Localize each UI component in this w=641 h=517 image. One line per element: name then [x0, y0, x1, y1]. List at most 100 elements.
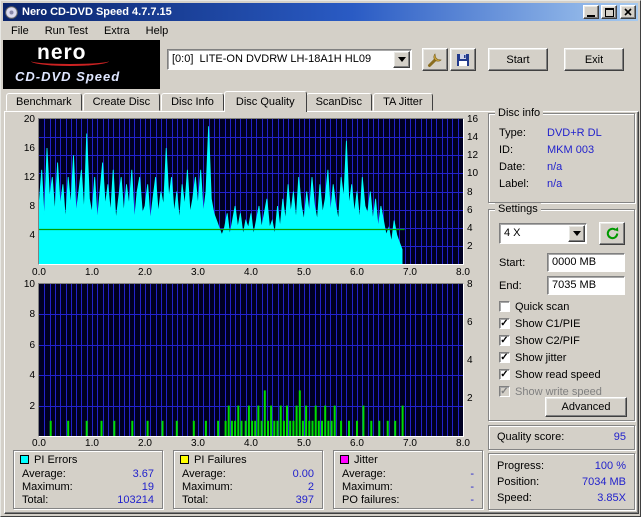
settings-group: Settings 4 X Start: 0000 MB End: 7035 MB… [488, 203, 635, 421]
speed-select[interactable]: 4 X [499, 223, 587, 244]
tab-scandisc[interactable]: ScanDisc [305, 93, 373, 111]
menu-bar: File Run Test Extra Help [3, 22, 638, 40]
end-position-label: End: [499, 280, 522, 292]
axis-tick: 5.0 [297, 438, 311, 449]
axis-tick: 8 [467, 279, 473, 290]
speed-select-arrow-button[interactable] [568, 225, 585, 242]
pi-errors-chart [38, 118, 464, 265]
checkbox-box: ✓ [499, 335, 510, 346]
close-button[interactable] [620, 5, 636, 19]
pi-errors-title: PI Errors [34, 454, 78, 466]
position-value: 7034 MB [581, 476, 626, 488]
checkbox-quick-scan[interactable]: Quick scan [499, 300, 569, 313]
check-icon: ✓ [500, 368, 509, 380]
disc-type-value: DVD+R DL [547, 127, 602, 139]
axis-tick: 4.0 [244, 438, 258, 449]
average-label: Average: [22, 468, 66, 480]
close-icon [624, 8, 632, 16]
options-button[interactable] [422, 48, 448, 71]
axis-tick: 1.0 [85, 267, 99, 278]
disc-type-label: Type: [499, 127, 526, 139]
axis-tick: 7.0 [403, 438, 417, 449]
average-label: Average: [342, 468, 386, 480]
tab-disc-quality[interactable]: Disc Quality [223, 91, 307, 112]
exit-button[interactable]: Exit [564, 48, 624, 71]
disc-date-value: n/a [547, 161, 563, 173]
tab-bar: Benchmark Create Disc Disc Info Disc Qua… [6, 90, 434, 112]
total-label: Total: [182, 494, 209, 506]
checkbox-show-read-speed[interactable]: ✓ Show read speed [499, 368, 601, 381]
checkbox-show-c1-pie[interactable]: ✓ Show C1/PIE [499, 317, 580, 330]
tab-ta-jitter[interactable]: TA Jitter [373, 93, 433, 111]
start-button[interactable]: Start [488, 48, 548, 71]
axis-tick: 0.0 [32, 438, 46, 449]
disc-info-group: Disc info Type: DVD+R DL ID: MKM 003 Dat… [488, 107, 635, 203]
maximum-value: 2 [307, 481, 314, 493]
quality-score-box: Quality score: 95 [488, 425, 635, 450]
tab-disc-info[interactable]: Disc Info [161, 93, 224, 111]
end-position-field[interactable]: 7035 MB [547, 276, 625, 295]
axis-tick: 12 [467, 150, 479, 161]
pi-failures-chart [38, 283, 464, 437]
axis-tick: 16 [467, 114, 479, 125]
axis-tick: 3.0 [191, 438, 205, 449]
window-title: Nero CD-DVD Speed 4.7.7.15 [22, 6, 172, 18]
disc-id-value: MKM 003 [547, 144, 595, 156]
axis-tick: 3.0 [191, 267, 205, 278]
axis-tick: 5.0 [297, 267, 311, 278]
maximum-value: 19 [141, 481, 154, 493]
disc-date-label: Date: [499, 161, 526, 173]
average-value: - [470, 468, 474, 480]
check-icon: ✓ [500, 385, 509, 397]
drive-select[interactable]: [0:0] LITE-ON DVDRW LH-18A1H HL09 [167, 49, 412, 70]
checkbox-show-c2-pif[interactable]: ✓ Show C2/PIF [499, 334, 580, 347]
axis-tick: 8.0 [456, 438, 470, 449]
progress-value: 100 % [594, 460, 626, 472]
maximize-icon [604, 7, 614, 17]
menu-extra[interactable]: Extra [96, 23, 138, 39]
disc-label-label: Label: [499, 178, 529, 190]
pi-errors-stats-box: PI Errors Average: 3.67 Maximum: 19 Tota… [13, 450, 163, 509]
title-bar: Nero CD-DVD Speed 4.7.7.15 [3, 3, 638, 21]
speed-value: 3.85X [597, 492, 626, 504]
app-icon [5, 5, 18, 19]
axis-tick: 2 [467, 241, 473, 252]
maximize-button[interactable] [601, 5, 617, 19]
axis-tick: 8.0 [456, 267, 470, 278]
average-value: 0.00 [292, 468, 314, 480]
save-button[interactable] [450, 48, 476, 71]
tab-benchmark[interactable]: Benchmark [6, 93, 82, 111]
menu-file[interactable]: File [3, 23, 37, 39]
menu-run-test[interactable]: Run Test [37, 23, 96, 39]
axis-tick: 2 [467, 393, 473, 404]
checkbox-show-jitter[interactable]: ✓ Show jitter [499, 351, 566, 364]
tab-create-disc[interactable]: Create Disc [82, 93, 161, 111]
checkbox-label: Show C2/PIF [515, 334, 580, 347]
advanced-button[interactable]: Advanced [545, 397, 627, 417]
maximum-label: Maximum: [22, 481, 73, 493]
axis-tick: 10 [467, 168, 479, 179]
axis-tick: 14 [467, 132, 479, 143]
axis-tick: 8 [467, 187, 473, 198]
pi-failures-swatch-icon [180, 455, 189, 464]
axis-tick: 6 [467, 317, 473, 328]
refresh-button[interactable] [599, 222, 625, 245]
minimize-button[interactable] [583, 5, 599, 19]
checkbox-label: Show write speed [515, 385, 602, 398]
axis-tick: 7.0 [403, 267, 417, 278]
maximum-label: Maximum: [182, 481, 233, 493]
axis-tick: 20 [23, 114, 35, 125]
drive-select-arrow-button[interactable] [393, 51, 410, 68]
menu-help[interactable]: Help [138, 23, 177, 39]
pi-errors-swatch-icon [20, 455, 29, 464]
speed-select-value: 4 X [504, 227, 521, 239]
axis-tick: 8 [29, 309, 35, 320]
disc-info-group-title: Disc info [495, 107, 544, 119]
axis-tick: 4 [467, 223, 473, 234]
axis-tick: 1.0 [85, 438, 99, 449]
pi-failures-title: PI Failures [194, 454, 247, 466]
disc-id-label: ID: [499, 144, 514, 156]
start-position-field[interactable]: 0000 MB [547, 253, 625, 272]
progress-box: Progress: 100 % Position: 7034 MB Speed:… [488, 453, 635, 510]
minimize-icon [587, 15, 595, 17]
